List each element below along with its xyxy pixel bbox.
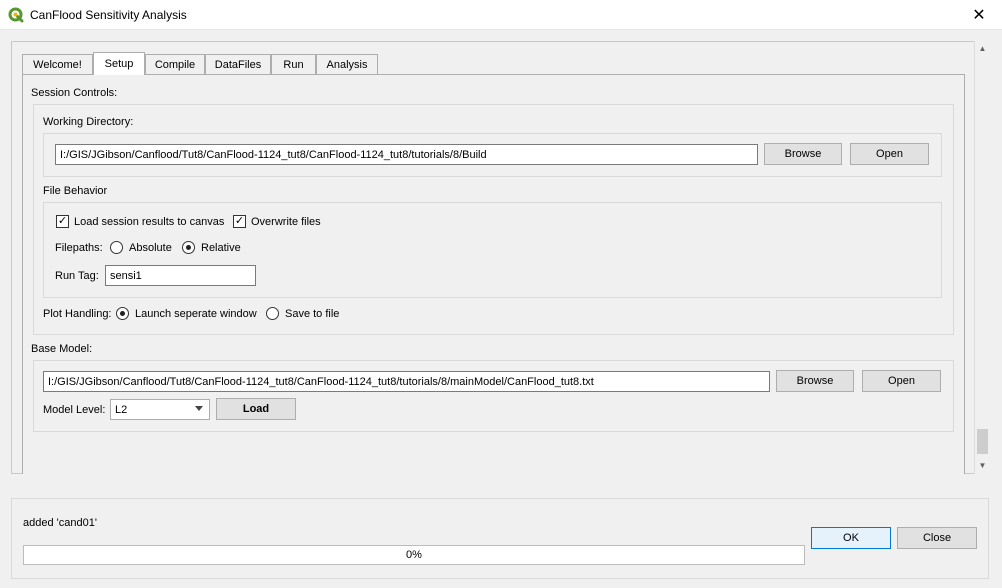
- tab-analysis[interactable]: Analysis: [316, 54, 378, 74]
- scroll-down-icon[interactable]: ▼: [975, 458, 990, 472]
- vertical-scrollbar[interactable]: ▲ ▼: [974, 41, 989, 474]
- load-results-label: Load session results to canvas: [74, 216, 225, 228]
- save-to-file-label: Save to file: [285, 308, 340, 320]
- ok-button[interactable]: OK: [811, 527, 891, 549]
- save-to-file-radio[interactable]: [266, 307, 279, 320]
- tab-setup[interactable]: Setup: [93, 52, 145, 75]
- tab-welcome[interactable]: Welcome!: [22, 54, 93, 74]
- overwrite-files-checkbox[interactable]: ✓: [233, 215, 246, 228]
- load-results-checkbox[interactable]: ✓: [56, 215, 69, 228]
- title-bar: CanFlood Sensitivity Analysis ✕: [0, 0, 1002, 30]
- model-level-value: L2: [115, 403, 128, 416]
- tab-compile[interactable]: Compile: [145, 54, 205, 74]
- base-model-open-button[interactable]: Open: [862, 370, 941, 392]
- close-icon[interactable]: ✕: [956, 0, 1002, 30]
- model-level-label: Model Level:: [43, 404, 106, 416]
- working-directory-label: Working Directory:: [43, 116, 134, 128]
- relative-label: Relative: [201, 242, 241, 254]
- tab-run[interactable]: Run: [271, 54, 316, 74]
- chevron-down-icon: [195, 406, 203, 411]
- tab-datafiles[interactable]: DataFiles: [205, 54, 271, 74]
- progress-bar: 0%: [23, 545, 805, 565]
- working-directory-open-button[interactable]: Open: [850, 143, 929, 165]
- launch-window-label: Launch seperate window: [135, 308, 257, 320]
- absolute-label: Absolute: [129, 242, 172, 254]
- base-model-heading: Base Model:: [31, 343, 93, 355]
- qgis-logo-icon: [8, 7, 24, 23]
- base-model-browse-button[interactable]: Browse: [776, 370, 854, 392]
- model-level-select[interactable]: L2: [110, 399, 210, 420]
- absolute-radio[interactable]: [110, 241, 123, 254]
- scroll-thumb[interactable]: [977, 429, 988, 454]
- base-model-path-input[interactable]: I:/GIS/JGibson/Canflood/Tut8/CanFlood-11…: [43, 371, 770, 392]
- progress-text: 0%: [406, 549, 422, 561]
- scroll-up-icon[interactable]: ▲: [975, 41, 990, 55]
- working-directory-browse-button[interactable]: Browse: [764, 143, 842, 165]
- window-title: CanFlood Sensitivity Analysis: [30, 8, 187, 22]
- overwrite-files-label: Overwrite files: [251, 216, 321, 228]
- run-tag-label: Run Tag:: [55, 270, 99, 282]
- file-behavior-label: File Behavior: [43, 185, 108, 197]
- close-button[interactable]: Close: [897, 527, 977, 549]
- run-tag-input[interactable]: sensi1: [105, 265, 256, 286]
- load-button[interactable]: Load: [216, 398, 296, 420]
- status-text: added 'cand01': [23, 517, 97, 529]
- plot-handling-label: Plot Handling:: [43, 308, 112, 320]
- relative-radio[interactable]: [182, 241, 195, 254]
- working-directory-input[interactable]: I:/GIS/JGibson/Canflood/Tut8/CanFlood-11…: [55, 144, 758, 165]
- filepaths-label: Filepaths:: [55, 242, 103, 254]
- launch-window-radio[interactable]: [116, 307, 129, 320]
- session-controls-heading: Session Controls:: [31, 87, 118, 99]
